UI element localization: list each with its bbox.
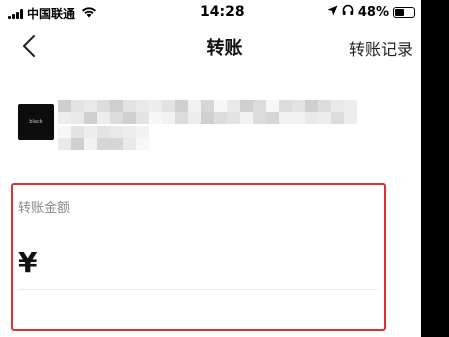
- mosaic-cell: [136, 100, 149, 112]
- mosaic-cell: [175, 112, 188, 124]
- battery-icon: [393, 6, 415, 18]
- currency-symbol: ¥: [18, 245, 38, 279]
- transfer-history-link[interactable]: 转账记录: [349, 36, 413, 60]
- mosaic-cell: [253, 100, 266, 112]
- mosaic-cell: [201, 100, 214, 112]
- wifi-icon: [81, 6, 97, 22]
- mosaic-cell: [279, 112, 292, 124]
- mosaic-cell: [97, 126, 110, 138]
- mosaic-cell: [58, 138, 71, 150]
- mosaic-cell: [110, 138, 123, 150]
- mosaic-cell: [292, 112, 305, 124]
- mosaic-cell: [240, 112, 253, 124]
- mosaic-cell: [97, 112, 110, 124]
- headphones-icon: [342, 4, 354, 20]
- mosaic-cell: [292, 100, 305, 112]
- avatar: black: [18, 104, 54, 140]
- mosaic-cell: [136, 112, 149, 124]
- amount-divider: [18, 289, 379, 290]
- amount-row[interactable]: ¥: [18, 237, 379, 287]
- mosaic-cell: [58, 112, 71, 124]
- mosaic-cell: [84, 126, 97, 138]
- mosaic-cell: [188, 112, 201, 124]
- mosaic-cell: [214, 100, 227, 112]
- mosaic-cell: [266, 112, 279, 124]
- mosaic-cell: [110, 112, 123, 124]
- mosaic-cell: [149, 112, 162, 124]
- mosaic-cell: [58, 100, 71, 112]
- mosaic-cell: [123, 100, 136, 112]
- amount-card: 转账金额 ¥: [11, 183, 386, 331]
- mosaic-cell: [305, 112, 318, 124]
- mosaic-cell: [201, 112, 214, 124]
- mosaic-cell: [214, 112, 227, 124]
- mosaic-cell: [188, 100, 201, 112]
- mosaic-cell: [123, 126, 136, 138]
- amount-input[interactable]: [37, 242, 379, 282]
- status-right: 48%: [327, 4, 415, 20]
- avatar-text: black: [29, 119, 43, 125]
- battery-percent: 48%: [357, 4, 389, 20]
- mosaic-cell: [344, 100, 357, 112]
- mosaic-cell: [227, 112, 240, 124]
- mosaic-cell: [110, 100, 123, 112]
- carrier-name: 中国联通: [27, 7, 76, 21]
- mosaic-cell: [123, 138, 136, 150]
- mosaic-cell: [149, 100, 162, 112]
- mosaic-cell: [136, 138, 149, 150]
- mosaic-cell: [71, 100, 84, 112]
- mosaic-cell: [253, 112, 266, 124]
- mosaic-cell: [344, 112, 357, 124]
- signal-icon: [8, 8, 23, 19]
- mosaic-cell: [227, 100, 240, 112]
- mosaic-cell: [71, 126, 84, 138]
- transfer-screen: 中国联通 14:28 48% 转账 转账记录 black 转账金额 ¥: [0, 0, 449, 337]
- mosaic-cell: [123, 112, 136, 124]
- mosaic-cell: [136, 126, 149, 138]
- status-time: 14:28: [200, 4, 245, 20]
- mosaic-cell: [305, 100, 318, 112]
- mosaic-cell: [162, 112, 175, 124]
- mosaic-cell: [318, 112, 331, 124]
- mosaic-cell: [97, 100, 110, 112]
- mosaic-cell: [110, 126, 123, 138]
- recipient-name-redacted: [58, 100, 357, 124]
- mosaic-cell: [331, 100, 344, 112]
- recipient-info: black: [0, 96, 421, 156]
- mosaic-cell: [97, 138, 110, 150]
- mosaic-cell: [318, 100, 331, 112]
- nav-bar: 转账 转账记录: [0, 26, 421, 68]
- mosaic-cell: [84, 138, 97, 150]
- mosaic-cell: [240, 100, 253, 112]
- mosaic-cell: [162, 100, 175, 112]
- mosaic-cell: [279, 100, 292, 112]
- mosaic-cell: [71, 112, 84, 124]
- mosaic-cell: [84, 100, 97, 112]
- amount-label: 转账金额: [18, 201, 71, 216]
- mosaic-cell: [266, 100, 279, 112]
- mosaic-cell: [175, 100, 188, 112]
- status-left: 中国联通: [8, 5, 97, 22]
- status-bar: 中国联通 14:28 48%: [0, 0, 421, 24]
- mosaic-cell: [58, 126, 71, 138]
- mosaic-cell: [71, 138, 84, 150]
- mosaic-cell: [84, 112, 97, 124]
- location-arrow-icon: [327, 5, 338, 20]
- battery-level: [395, 8, 404, 16]
- recipient-account-redacted: [58, 126, 149, 150]
- screen-edge: [421, 0, 449, 337]
- mosaic-cell: [331, 112, 344, 124]
